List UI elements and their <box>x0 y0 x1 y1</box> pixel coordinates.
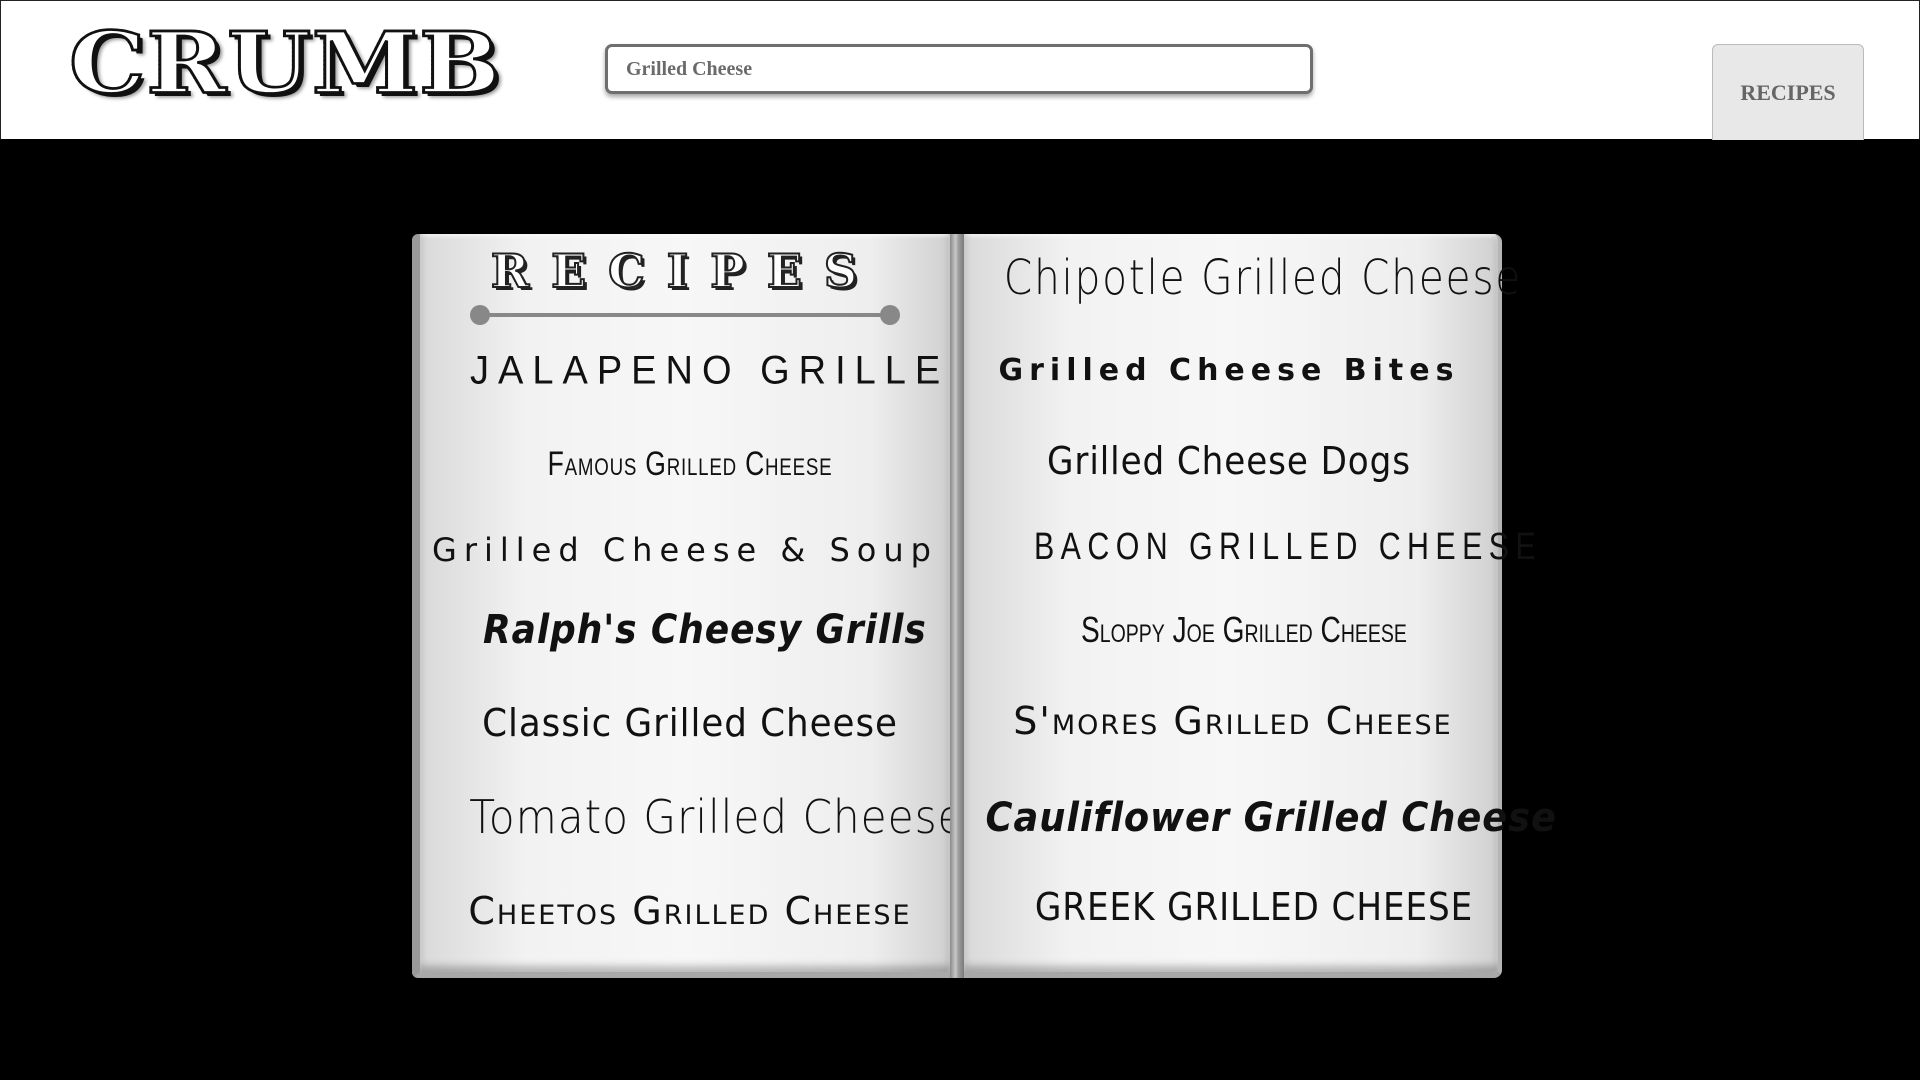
recipe-link-ralphs-cheesy-grills[interactable]: Ralph's Cheesy Grills <box>483 610 926 650</box>
recipe-link-chipotle-grilled-cheese[interactable]: Chipotle Grilled Cheese <box>1004 254 1521 302</box>
divider-dot-right <box>880 305 900 325</box>
recipe-link-classic-grilled-cheese[interactable]: Classic Grilled Cheese <box>474 704 906 742</box>
divider-line <box>480 313 890 317</box>
recipes-nav-button[interactable]: RECIPES <box>1712 44 1864 140</box>
book-right-page: Chipotle Grilled Cheese Grilled Cheese B… <box>964 234 1556 978</box>
book-left-page: RECIPES JALAPENO GRILLED CHEESE Famous G… <box>412 234 1207 978</box>
recipe-link-grilled-cheese-bites[interactable]: Grilled Cheese Bites <box>964 356 1494 386</box>
search-input[interactable] <box>605 44 1313 94</box>
crumb-logo[interactable]: CRUMB <box>67 19 501 106</box>
recipe-link-grilled-cheese-soup[interactable]: Grilled Cheese & Soup <box>430 534 940 566</box>
recipe-link-greek-grilled-cheese[interactable]: GREEK GRILLED CHEESE <box>1029 888 1479 926</box>
recipe-link-grilled-cheese-dogs[interactable]: Grilled Cheese Dogs <box>991 442 1468 480</box>
recipe-link-smores-grilled-cheese[interactable]: S'mores Grilled Cheese <box>964 702 1502 740</box>
recipe-book: RECIPES JALAPENO GRILLED CHEESE Famous G… <box>412 234 1556 978</box>
recipe-link-cauliflower-grilled-cheese[interactable]: Cauliflower Grilled Cheese <box>986 798 1556 838</box>
recipe-link-bacon-grilled-cheese[interactable]: BACON GRILLED CHEESE <box>1034 528 1536 566</box>
recipe-link-cheetos-grilled-cheese[interactable]: Cheetos Grilled Cheese <box>420 892 960 930</box>
book-spine <box>950 234 964 978</box>
divider-dot-left <box>470 305 490 325</box>
top-header: CRUMB RECIPES <box>0 0 1920 140</box>
book-title: RECIPES <box>490 243 880 299</box>
recipe-link-famous-grilled-cheese[interactable]: Famous Grilled Cheese <box>518 447 861 481</box>
title-divider <box>470 304 900 326</box>
recipe-link-tomato-grilled-cheese[interactable]: Tomato Grilled Cheese <box>469 794 963 840</box>
recipe-link-sloppy-joe-grilled-cheese[interactable]: Sloppy Joe Grilled Cheese <box>1041 612 1447 648</box>
recipe-link-jalapeno-grilled-cheese[interactable]: JALAPENO GRILLED CHEESE <box>470 351 1207 391</box>
